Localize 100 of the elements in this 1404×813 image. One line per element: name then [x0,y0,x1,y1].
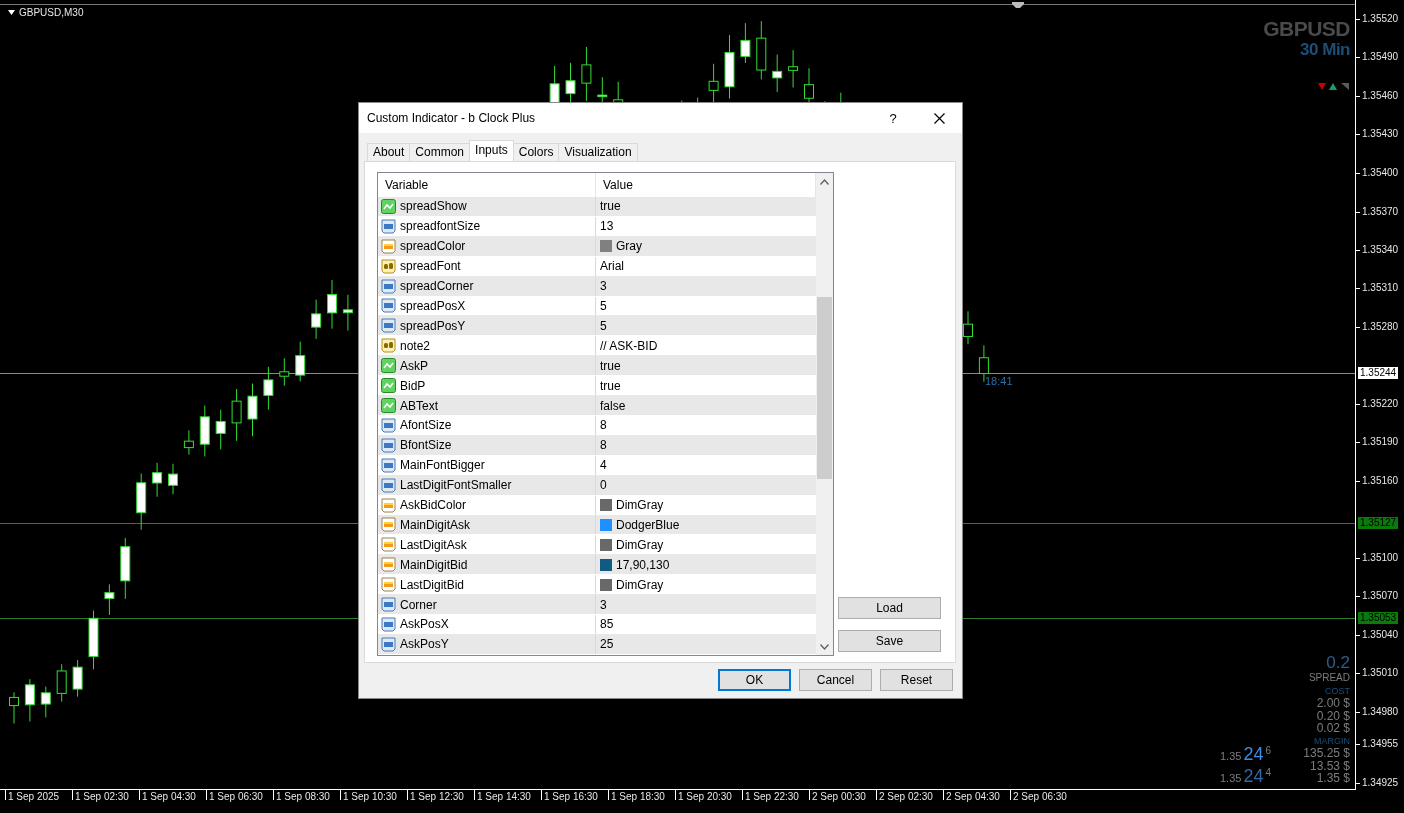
spread-label: SPREAD [1307,672,1350,685]
window-tab-icon[interactable] [1012,2,1024,8]
candle [152,462,163,498]
variable-value[interactable]: DimGray [616,537,664,552]
tab[interactable]: About [367,143,411,161]
candle [56,663,67,703]
dialog-button[interactable]: Cancel [799,669,872,691]
variable-name: spreadfontSize [400,219,481,234]
trend-arrows-icon [1318,82,1350,91]
variable-name: AskP [400,358,428,373]
variable-value[interactable]: 13 [600,219,614,234]
candle [342,294,353,332]
candle [215,409,226,451]
time-label: 2 Sep 00:30 [809,790,876,800]
variable-value[interactable]: Arial [600,259,624,274]
candle [168,463,178,495]
scrollbar[interactable] [816,173,833,655]
price-marker: 1.35053 [1358,612,1399,624]
quote-last-digit: 4 [1265,767,1271,778]
help-button[interactable]: ? [870,110,916,126]
variable-value[interactable]: true [600,378,621,393]
variable-value[interactable]: 8 [600,438,607,453]
price-label: 1.35310 [1362,282,1399,293]
variable-name: LastDigitBid [400,577,465,592]
time-label: 2 Sep 04:30 [943,790,1010,800]
cost-label: COST [1324,684,1350,697]
variable-value[interactable]: 4 [600,458,607,473]
variable-value[interactable]: 8 [600,418,607,433]
scroll-up-icon[interactable] [820,178,829,185]
margin-label: MARGIN [1313,734,1350,747]
countdown-timer: 18:41 [985,375,1013,387]
variable-name: spreadColor [400,239,466,254]
candle [327,279,337,330]
variable-value[interactable]: 3 [600,597,607,612]
variable-name: AskPosX [400,617,449,632]
dropdown-icon[interactable] [8,10,15,15]
variable-value[interactable]: 17,90,130 [616,557,670,572]
variable-name: LastDigitFontSmaller [400,478,512,493]
variable-value[interactable]: DodgerBlue [616,517,680,532]
time-label: 1 Sep 04:30 [139,790,206,800]
variable-value[interactable]: Gray [616,239,642,254]
variable-name: MainFontBigger [400,458,485,473]
candle [295,341,306,382]
variable-name: spreadCorner [400,279,474,294]
price-label: 1.35160 [1362,475,1399,486]
variable-value[interactable]: // ASK-BID [600,338,658,353]
spread-value: 0.2 [1325,653,1350,672]
variable-value[interactable]: 25 [600,637,614,652]
price-marker: 1.35244 [1358,367,1399,379]
side-button[interactable]: Load [838,597,941,619]
quote-digits: 24 [1243,744,1264,764]
time-label: 1 Sep 16:30 [541,790,608,800]
dialog-button[interactable]: OK [718,669,791,691]
candle [24,678,35,723]
tab[interactable]: Visualization [558,143,638,161]
time-label: 1 Sep 02:30 [72,790,139,800]
variable-value[interactable]: true [600,199,621,214]
time-label: 1 Sep 20:30 [675,790,742,800]
variable-name: LastDigitAsk [400,537,467,552]
side-button[interactable]: Save [838,630,941,652]
candle [740,22,751,64]
candle [581,46,592,102]
variable-name: spreadFont [400,259,461,274]
scroll-down-icon[interactable] [820,643,829,650]
variable-name: Corner [400,597,437,612]
variable-value[interactable]: 5 [600,299,607,313]
variable-name: ABText [400,398,438,413]
dialog-button[interactable]: Reset [880,669,953,691]
margin-value: 1.35 $ [1315,772,1350,785]
time-label: 1 Sep 18:30 [608,790,675,800]
close-icon[interactable] [933,112,945,124]
price-label: 1.35430 [1362,128,1399,139]
variable-value[interactable]: DimGray [616,577,664,592]
price-label: 1.35490 [1362,51,1399,62]
tab[interactable]: Inputs [469,140,514,161]
quote-prefix: 1.35 [1220,750,1242,762]
price-label: 1.35280 [1362,321,1399,332]
candle [756,20,767,80]
price-label: 1.35400 [1362,167,1399,178]
variable-name: MainDigitAsk [400,517,471,532]
variable-value[interactable]: 3 [600,279,607,294]
cost-value: 2.00 $ [1315,697,1350,710]
price-label: 1.34980 [1362,706,1399,717]
candle [183,429,194,456]
variable-value[interactable]: 5 [600,318,607,333]
cost-value: 0.20 $ [1315,709,1350,722]
variable-name: AskBidColor [400,498,467,513]
variable-name: BidP [400,378,426,393]
price-marker: 1.35127 [1358,517,1399,529]
variable-name: spreadPosX [400,299,466,313]
variable-value[interactable]: DimGray [616,498,664,513]
variable-value[interactable]: false [600,398,626,413]
price-label: 1.35070 [1362,590,1399,601]
variable-value[interactable]: 0 [600,478,607,493]
price-label: 1.35040 [1362,629,1399,640]
variable-value[interactable]: true [600,358,621,373]
price-label: 1.35370 [1362,206,1399,217]
variable-value[interactable]: 85 [600,617,614,632]
candle [120,537,131,600]
candle [40,686,51,718]
